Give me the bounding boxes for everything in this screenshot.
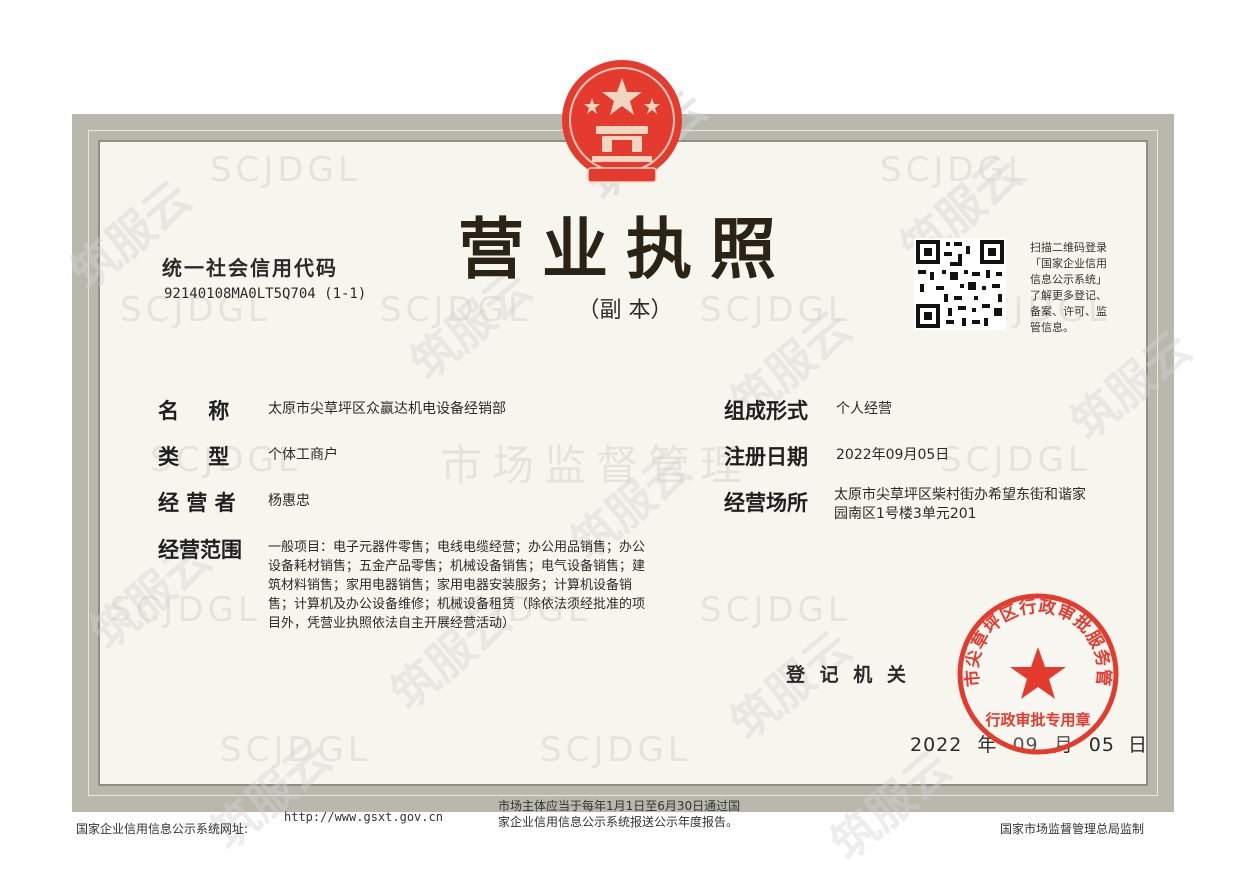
seal-bottom-text: 行政审批专用章 (984, 711, 1090, 729)
reg-date-value: 2022年09月05日 (836, 447, 950, 463)
operator-label: 经 营 者 (158, 491, 236, 515)
certificate-title: 营业执照 (458, 210, 794, 288)
qr-caption-line: 备案、许可、监 (1030, 305, 1107, 318)
official-seal-icon: 太原市尖草坪区行政审批服务管理局 行政审批专用章 (955, 591, 1119, 755)
qr-caption: 扫描二维码登录 「国家企业信用 信息公示系统」 了解更多登记、 备案、许可、监 … (1030, 240, 1107, 336)
place-line: 太原市尖草坪区柴村街办希望东街和谐家 (834, 487, 1086, 503)
place-line: 园南区1号楼3单元201 (834, 506, 977, 522)
name-label: 名 称 (158, 399, 230, 423)
issue-day-unit: 日 (1128, 734, 1149, 756)
footer-notice-line: 市场主体应当于每年1月1日至6月30日通过国 (498, 799, 741, 813)
footer-url[interactable]: http://www.gsxt.gov.cn (284, 810, 443, 824)
place-value: 太原市尖草坪区柴村街办希望东街和谐家 园南区1号楼3单元201 (834, 486, 1086, 524)
credit-code-value: 92140108MA0LT5Q704 (1-1) (164, 286, 367, 302)
name-value: 太原市尖草坪区众赢达机电设备经销部 (268, 401, 506, 417)
credit-code-label: 统一社会信用代码 (162, 256, 338, 280)
certificate-subtitle: （副 本） (577, 298, 673, 323)
scope-value: 一般项目：电子元器件零售；电线电缆经营；办公用品销售；办公 设备耗材销售；五金产… (268, 538, 645, 633)
operator-value: 杨惠忠 (268, 493, 310, 509)
watermark-latin: SCJDGL (940, 440, 1091, 480)
qr-caption-line: 了解更多登记、 (1030, 289, 1107, 302)
national-emblem-icon (562, 60, 682, 183)
watermark-cn: 市场监督管理 (440, 441, 753, 490)
form-label: 组成形式 (724, 399, 808, 423)
scope-line: 设备耗材销售；五金产品零售；机械设备销售；电气设备销售；建 (268, 559, 646, 574)
footer-notice-line: 家企业信用信息公示系统报送公示年度报告。 (498, 815, 739, 829)
scope-line: 一般项目：电子元器件零售；电线电缆经营；办公用品销售；办公 (268, 540, 646, 555)
watermark-latin: SCJDGL (210, 150, 361, 190)
qr-caption-line: 信息公示系统」 (1030, 273, 1107, 286)
form-value: 个人经营 (836, 401, 892, 417)
footer-notice: 市场主体应当于每年1月1日至6月30日通过国 家企业信用信息公示系统报送公示年度… (498, 798, 740, 830)
scope-line: 筑材料销售；家用电器销售；家用电器安装服务；计算机设备销 (268, 578, 633, 593)
reg-date-label: 注册日期 (724, 445, 808, 469)
qr-caption-line: 「国家企业信用 (1030, 257, 1107, 270)
footer-left-label: 国家企业信用信息公示系统网址: (76, 822, 249, 836)
scope-line: 目外，凭营业执照依法自主开展经营活动） (268, 616, 516, 631)
scope-line: 售；计算机及办公设备维修；机械设备租赁（除依法须经批准的项 (268, 597, 646, 612)
watermark-latin: SCJDGL (540, 730, 691, 770)
qr-caption-line: 扫描二维码登录 (1030, 241, 1107, 254)
place-label: 经营场所 (724, 491, 808, 515)
footer-right-label: 国家市场监督管理总局监制 (1000, 822, 1145, 836)
qr-caption-line: 管信息。 (1030, 321, 1074, 334)
type-value: 个体工商户 (268, 447, 338, 463)
type-label: 类 型 (158, 445, 230, 469)
authority-label: 登 记 机 关 (786, 664, 910, 686)
qr-code-icon (914, 238, 1006, 330)
scope-label: 经营范围 (158, 538, 242, 562)
